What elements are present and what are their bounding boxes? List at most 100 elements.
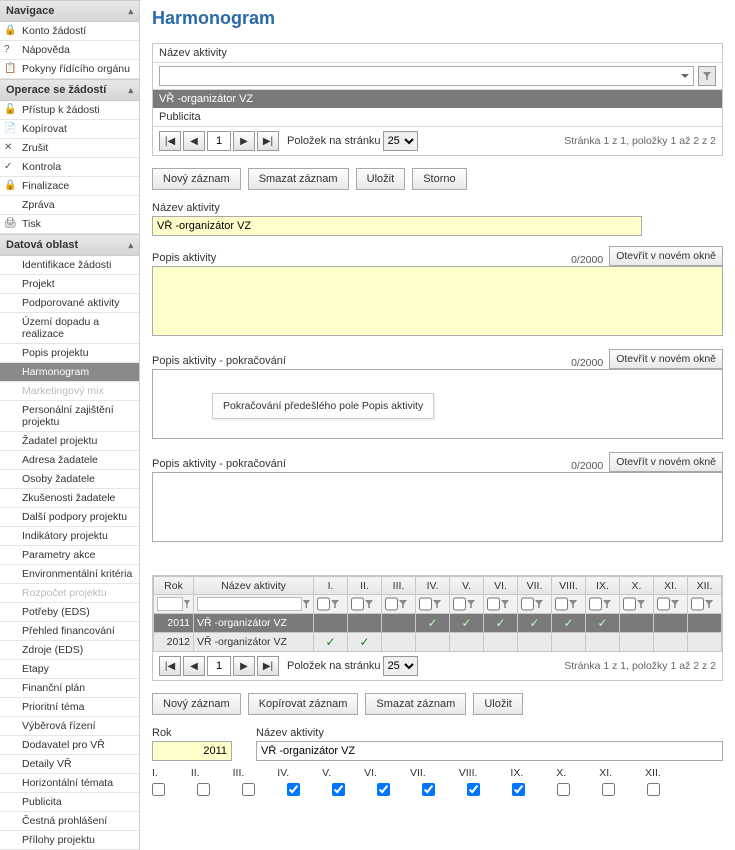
sidebar-item[interactable]: Popis projektu (0, 344, 139, 363)
sidebar-item[interactable]: Další podpory projektu (0, 508, 139, 527)
sidebar-item[interactable]: Detaily VŘ (0, 755, 139, 774)
sidebar-item[interactable]: Prioritní téma (0, 698, 139, 717)
filter-icon[interactable] (705, 600, 713, 608)
grid-header[interactable]: IV. (416, 577, 450, 595)
sidebar-item[interactable]: Dodavatel pro VŘ (0, 736, 139, 755)
month-checkbox[interactable] (287, 783, 300, 796)
grid-filter-input[interactable] (197, 597, 302, 611)
grid-header[interactable]: II. (348, 577, 382, 595)
sidebar-item[interactable]: Přehled financování (0, 622, 139, 641)
grid-filter-check[interactable] (487, 597, 500, 611)
sidebar-item[interactable]: Parametry akce (0, 546, 139, 565)
filter-icon[interactable] (501, 600, 509, 608)
sidebar-item[interactable]: Podporované aktivity (0, 294, 139, 313)
desc-textarea[interactable] (152, 266, 723, 336)
grid-filter-check[interactable] (385, 597, 398, 611)
filter-icon[interactable] (671, 600, 679, 608)
grid-filter-check[interactable] (555, 597, 568, 611)
month-checkbox[interactable] (557, 783, 570, 796)
sidebar-item[interactable]: Finanční plán (0, 679, 139, 698)
page-input-2[interactable] (207, 656, 231, 676)
activity-name-input[interactable] (152, 216, 642, 236)
filter-icon[interactable] (535, 600, 543, 608)
month-checkbox[interactable] (332, 783, 345, 796)
filter-icon[interactable] (399, 600, 407, 608)
subheader-publicita[interactable]: Publicita (159, 111, 201, 123)
month-checkbox[interactable] (647, 783, 660, 796)
filter-icon[interactable] (331, 600, 339, 608)
table-row[interactable]: 2012VŘ -organizátor VZ✓✓ (154, 633, 722, 652)
sidebar-item[interactable]: Personální zajištění projektu (0, 401, 139, 432)
copy-record-button[interactable]: Kopírovat záznam (248, 693, 359, 715)
month-checkbox[interactable] (512, 783, 525, 796)
filter-icon[interactable] (184, 600, 190, 608)
nav-section-header[interactable]: Navigace▴ (0, 0, 139, 22)
save-button[interactable]: Uložit (356, 168, 406, 190)
grid-filter-check[interactable] (419, 597, 432, 611)
sidebar-item[interactable]: Výběrová řízení (0, 717, 139, 736)
sidebar-item[interactable]: Žadatel projektu (0, 432, 139, 451)
grid-header[interactable]: III. (382, 577, 416, 595)
month-checkbox[interactable] (377, 783, 390, 796)
grid-filter-check[interactable] (589, 597, 602, 611)
page-prev-button[interactable]: ◀ (183, 131, 205, 151)
open-window-button-2[interactable]: Otevřít v novém okně (609, 349, 723, 369)
sidebar-item[interactable]: 🔒Konto žádostí (0, 22, 139, 41)
month-checkbox[interactable] (602, 783, 615, 796)
sidebar-item[interactable]: 📋Pokyny řídícího orgánu (0, 60, 139, 79)
grid-header[interactable]: IX. (586, 577, 620, 595)
sidebar-item[interactable]: Horizontální témata (0, 774, 139, 793)
sidebar-item[interactable]: Publicita (0, 793, 139, 812)
sidebar-item[interactable]: Adresa žadatele (0, 451, 139, 470)
page-last-button-2[interactable]: ▶| (257, 656, 279, 676)
sidebar-item[interactable]: Potřeby (EDS) (0, 603, 139, 622)
sidebar-item[interactable]: 🔒Finalizace (0, 177, 139, 196)
sidebar-item[interactable]: Zkušenosti žadatele (0, 489, 139, 508)
sidebar-item[interactable]: Indikátory projektu (0, 527, 139, 546)
page-next-button-2[interactable]: ▶ (233, 656, 255, 676)
month-checkbox[interactable] (422, 783, 435, 796)
sidebar-item[interactable]: ✕Zrušit (0, 139, 139, 158)
open-window-button-1[interactable]: Otevřít v novém okně (609, 246, 723, 266)
month-checkbox[interactable] (467, 783, 480, 796)
storno-button[interactable]: Storno (412, 168, 466, 190)
sidebar-item[interactable]: Projekt (0, 275, 139, 294)
activity-select[interactable] (159, 66, 694, 86)
sidebar-item[interactable]: Čestná prohlášení (0, 812, 139, 831)
filter-icon[interactable] (698, 66, 716, 86)
page-last-button[interactable]: ▶| (257, 131, 279, 151)
new-record-button-2[interactable]: Nový záznam (152, 693, 241, 715)
sidebar-item[interactable]: ✓Kontrola (0, 158, 139, 177)
grid-header[interactable]: VII. (518, 577, 552, 595)
nav-section-header[interactable]: Datová oblast▴ (0, 234, 139, 256)
sidebar-item[interactable]: 🔓Přístup k žádosti (0, 101, 139, 120)
grid-filter-check[interactable] (521, 597, 534, 611)
new-record-button[interactable]: Nový záznam (152, 168, 241, 190)
sidebar-item[interactable]: Zpráva (0, 196, 139, 215)
sidebar-item[interactable]: Etapy (0, 660, 139, 679)
sidebar-item[interactable]: 📄Kopírovat (0, 120, 139, 139)
filter-icon[interactable] (637, 600, 645, 608)
delete-record-button-2[interactable]: Smazat záznam (365, 693, 466, 715)
sidebar-item[interactable]: Identifikace žádosti (0, 256, 139, 275)
grid-filter-check[interactable] (453, 597, 466, 611)
filter-icon[interactable] (467, 600, 475, 608)
grid-header[interactable]: VIII. (552, 577, 586, 595)
grid-header[interactable]: V. (450, 577, 484, 595)
month-checkbox[interactable] (152, 783, 165, 796)
grid-filter-input[interactable] (157, 597, 183, 611)
sidebar-item[interactable]: Přílohy projektu (0, 831, 139, 850)
grid-header[interactable]: VI. (484, 577, 518, 595)
sidebar-item[interactable]: Zdroje (EDS) (0, 641, 139, 660)
grid-header[interactable]: Název aktivity (194, 577, 314, 595)
filter-icon[interactable] (303, 600, 310, 608)
grid-filter-check[interactable] (691, 597, 704, 611)
filter-icon[interactable] (569, 600, 577, 608)
grid-filter-check[interactable] (317, 597, 330, 611)
grid-header[interactable]: XI. (654, 577, 688, 595)
table-row[interactable]: 2011VŘ -organizátor VZ✓✓✓✓✓✓ (154, 614, 722, 633)
sidebar-item[interactable]: 🖨Tisk (0, 215, 139, 234)
subheader-vz[interactable]: VŘ -organizátor VZ (153, 90, 722, 108)
save-button-2[interactable]: Uložit (473, 693, 523, 715)
filter-icon[interactable] (365, 600, 373, 608)
